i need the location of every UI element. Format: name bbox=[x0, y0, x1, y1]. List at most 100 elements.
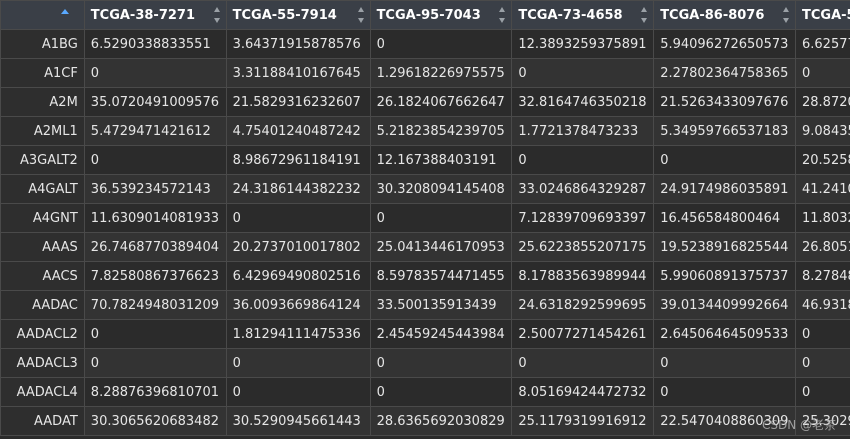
table-cell: 6.625774750140 bbox=[795, 29, 850, 59]
column-header-label: TCGA-38-7271 bbox=[90, 7, 195, 23]
table-cell: 9.0843554561570 bbox=[795, 116, 850, 146]
sort-icon[interactable] bbox=[499, 7, 506, 23]
row-names-header[interactable] bbox=[0, 0, 85, 30]
table-cell: 0 bbox=[83, 348, 227, 378]
table-cell: 0 bbox=[795, 58, 850, 88]
table-cell: 0 bbox=[653, 348, 796, 378]
sort-ascending-icon bbox=[61, 9, 69, 14]
table-cell: 0 bbox=[225, 203, 371, 233]
table-cell: 0 bbox=[653, 377, 796, 407]
table-cell: 24.9174986035891 bbox=[653, 174, 796, 204]
table-cell: 5.99060891375737 bbox=[653, 261, 796, 291]
table-cell: 30.5290945661443 bbox=[225, 406, 371, 436]
table-cell: 16.456584800464 bbox=[653, 203, 796, 233]
table-cell: 7.82580867376623 bbox=[83, 261, 227, 291]
sort-icon[interactable] bbox=[783, 7, 790, 23]
table-cell: 0 bbox=[225, 377, 371, 407]
row-name: A4GNT bbox=[0, 203, 85, 233]
table-cell: 33.0246864329287 bbox=[511, 174, 655, 204]
column-header-label: TCGA-73-4658 bbox=[518, 7, 623, 23]
table-row: AACS 7.82580867376623 6.42969490802516 8.59… bbox=[0, 261, 850, 291]
table-cell: 25.0413446170953 bbox=[369, 232, 513, 262]
column-header[interactable]: TCGA-95-7043 bbox=[369, 0, 513, 30]
table-cell: 0 bbox=[795, 377, 850, 407]
column-header[interactable]: TCGA-86-8076 bbox=[653, 0, 796, 30]
row-name: A2ML1 bbox=[0, 116, 85, 146]
table-cell: 0 bbox=[369, 29, 513, 59]
table-row: A4GNT 11.6309014081933 0 0 7.12839709693397 1… bbox=[0, 203, 850, 233]
row-name: A3GALT2 bbox=[0, 145, 85, 175]
table-row: AADACL2 0 1.81294111475336 2.45459245443984… bbox=[0, 319, 850, 349]
table-cell: 8.17883563989944 bbox=[511, 261, 655, 291]
table-cell: 3.64371915878576 bbox=[225, 29, 371, 59]
table-cell: 8.05169424472732 bbox=[511, 377, 655, 407]
sort-icon[interactable] bbox=[213, 7, 221, 23]
column-header-label: TCGA-95-7043 bbox=[376, 7, 481, 23]
column-header[interactable]: TCGA-73-4658 bbox=[511, 0, 655, 30]
row-name: AADACL2 bbox=[0, 319, 85, 349]
table-cell: 0 bbox=[511, 348, 655, 378]
table-cell: 1.7721378473233 bbox=[511, 116, 655, 146]
sort-icon[interactable] bbox=[641, 7, 648, 23]
table-cell: 0 bbox=[369, 377, 513, 407]
column-header-label: TCGA-55-7914 bbox=[232, 7, 337, 23]
table-cell: 20.2737010017802 bbox=[225, 232, 371, 262]
table-cell: 0 bbox=[83, 145, 227, 175]
table-cell: 2.45459245443984 bbox=[369, 319, 513, 349]
row-name: A1CF bbox=[0, 58, 85, 88]
table-cell: 28.6365692030829 bbox=[369, 406, 513, 436]
table-cell: 2.64506464509533 bbox=[653, 319, 796, 349]
table-row: A2ML1 5.4729471421612 4.75401240487242 5.21… bbox=[0, 116, 850, 146]
table-cell: 5.94096272650573 bbox=[653, 29, 796, 59]
table-cell: 26.805186258620 bbox=[795, 232, 850, 262]
table-cell: 8.2784899437972 bbox=[795, 261, 850, 291]
column-header[interactable]: TCGA-55-7914 bbox=[225, 0, 371, 30]
table-row: A1BG 6.5290338833551 3.64371915878576 0 12.3… bbox=[0, 29, 850, 59]
row-name: AADACL3 bbox=[0, 348, 85, 378]
table-cell: 32.8164746350218 bbox=[511, 87, 655, 117]
table-cell: 0 bbox=[795, 319, 850, 349]
table-row: AAAS 26.7468770389404 20.2737010017802 25.0… bbox=[0, 232, 850, 262]
table-cell: 0 bbox=[653, 145, 796, 175]
table-cell: 33.500135913439 bbox=[369, 290, 513, 320]
table-cell: 41.241037146540 bbox=[795, 174, 850, 204]
table-row: AADAC 70.7824948031209 36.0093669864124 33.… bbox=[0, 290, 850, 320]
table-cell: 24.6318292599695 bbox=[511, 290, 655, 320]
row-name: AACS bbox=[0, 261, 85, 291]
column-header-label: TCGA-86-8076 bbox=[660, 7, 765, 23]
column-header[interactable]: TCGA-38-7271 bbox=[83, 0, 227, 30]
table-cell: 12.3893259375891 bbox=[511, 29, 655, 59]
table-cell: 11.6309014081933 bbox=[83, 203, 227, 233]
sort-icon[interactable] bbox=[357, 7, 365, 23]
table-cell: 0 bbox=[83, 319, 227, 349]
table-cell: 19.5238916825544 bbox=[653, 232, 796, 262]
table-cell: 0 bbox=[369, 348, 513, 378]
column-header[interactable]: TCGA-55-7726 bbox=[795, 0, 850, 30]
table-cell: 5.21823854239705 bbox=[369, 116, 513, 146]
table-cell: 12.167388403191 bbox=[369, 145, 513, 175]
table-row: A1CF 0 3.31188410167645 1.29618226975575 0 2.… bbox=[0, 58, 850, 88]
row-name: AAAS bbox=[0, 232, 85, 262]
table-cell: 1.29618226975575 bbox=[369, 58, 513, 88]
table-cell: 28.872071972255 bbox=[795, 87, 850, 117]
table-cell: 24.3186144382232 bbox=[225, 174, 371, 204]
table-cell: 0 bbox=[795, 348, 850, 378]
table-cell: 6.5290338833551 bbox=[83, 29, 227, 59]
table-cell: 25.6223855207175 bbox=[511, 232, 655, 262]
table-row: AADACL3 0 0 0 0 0 0 bbox=[0, 348, 850, 378]
table-cell: 26.1824067662647 bbox=[369, 87, 513, 117]
table-cell: 0 bbox=[511, 145, 655, 175]
table-cell: 6.42969490802516 bbox=[225, 261, 371, 291]
column-header-label: TCGA-55-7726 bbox=[802, 7, 850, 23]
table-cell: 0 bbox=[369, 203, 513, 233]
table-cell: 3.31188410167645 bbox=[225, 58, 371, 88]
table-cell: 35.0720491009576 bbox=[83, 87, 227, 117]
table-cell: 46.931875875668 bbox=[795, 290, 850, 320]
watermark: CSDN @老茶 bbox=[761, 418, 836, 432]
row-name: AADAC bbox=[0, 290, 85, 320]
table-cell: 2.50077271454261 bbox=[511, 319, 655, 349]
table-cell: 26.7468770389404 bbox=[83, 232, 227, 262]
row-name: A4GALT bbox=[0, 174, 85, 204]
row-name: AADACL4 bbox=[0, 377, 85, 407]
table-cell: 25.1179319916912 bbox=[511, 406, 655, 436]
